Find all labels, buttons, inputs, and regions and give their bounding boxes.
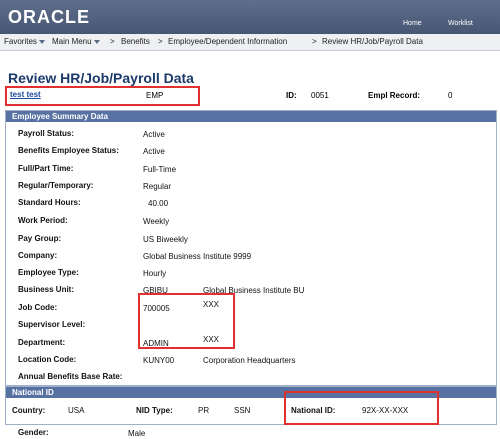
worklist-link[interactable]: Worklist — [448, 20, 473, 27]
nid-type-value: PR — [198, 406, 210, 415]
regular-temporary-value: Regular — [143, 182, 172, 191]
benefits-status-value: Active — [143, 147, 165, 156]
location-code-label: Location Code: — [18, 355, 77, 364]
home-link[interactable]: Home — [403, 20, 422, 27]
supervisor-level-label: Supervisor Level: — [18, 320, 86, 329]
standard-hours-label: Standard Hours: — [18, 198, 81, 207]
breadcrumb-separator: > — [110, 37, 115, 46]
national-id-label: National ID: — [291, 406, 336, 415]
location-code-value: KUNY00 — [143, 356, 175, 365]
highlight-box — [138, 293, 235, 349]
gender-value: Male — [128, 429, 146, 438]
company-value: Global Business Institute 9999 — [143, 252, 252, 261]
benefits-status-label: Benefits Employee Status: — [18, 146, 119, 155]
empl-record-label: Empl Record: — [368, 91, 421, 100]
annual-benefits-base-rate-label: Annual Benefits Base Rate: — [18, 372, 123, 381]
empl-record-value: 0 — [448, 91, 453, 100]
pay-group-value: US Biweekly — [143, 235, 188, 244]
id-label: ID: — [286, 91, 297, 100]
regular-temporary-label: Regular/Temporary: — [18, 181, 94, 190]
employee-id: 0051 — [311, 91, 329, 100]
nid-type-label: NID Type: — [136, 406, 173, 415]
employee-type-value: Hourly — [143, 269, 167, 278]
oracle-logo: ORACLE — [8, 7, 90, 27]
national-id-value: 92X-XX-XXX — [362, 406, 409, 415]
breadcrumb-benefits[interactable]: Benefits — [121, 37, 150, 46]
breadcrumb-review-data[interactable]: Review HR/Job/Payroll Data — [322, 37, 423, 46]
work-period-label: Work Period: — [18, 216, 68, 225]
location-code-description: Corporation Headquarters — [203, 356, 296, 365]
full-part-time-label: Full/Part Time: — [18, 164, 74, 173]
employee-summary-header: Employee Summary Data — [6, 111, 496, 122]
breadcrumb-separator: > — [312, 37, 317, 46]
country-label: Country: — [12, 406, 46, 415]
breadcrumb: Favorites Main Menu > Benefits > Employe… — [0, 34, 500, 51]
header-bar: ORACLE Home Worklist — [0, 0, 500, 34]
breadcrumb-employee-dependent[interactable]: Employee/Dependent Information — [168, 37, 287, 46]
employee-type-label: Employee Type: — [18, 268, 79, 277]
employee-name-link[interactable]: test test — [10, 90, 41, 99]
breadcrumb-separator: > — [158, 37, 163, 46]
pay-group-label: Pay Group: — [18, 234, 62, 243]
work-period-value: Weekly — [143, 217, 170, 226]
country-value: USA — [68, 406, 85, 415]
department-label: Department: — [18, 338, 66, 347]
chevron-down-icon — [38, 39, 45, 44]
job-code-label: Job Code: — [18, 303, 58, 312]
payroll-status-value: Active — [143, 130, 165, 139]
business-unit-label: Business Unit: — [18, 285, 75, 294]
employee-type-code: EMP — [146, 91, 164, 100]
favorites-menu[interactable]: Favorites — [4, 37, 45, 46]
payroll-status-label: Payroll Status: — [18, 129, 75, 138]
nid-type-description: SSN — [234, 406, 251, 415]
gender-label: Gender: — [18, 428, 49, 437]
company-label: Company: — [18, 251, 58, 260]
page-title: Review HR/Job/Payroll Data — [8, 70, 194, 86]
main-menu[interactable]: Main Menu — [52, 37, 100, 46]
chevron-down-icon — [93, 39, 100, 44]
full-part-time-value: Full-Time — [143, 165, 177, 174]
standard-hours-value: 40.00 — [148, 199, 169, 208]
